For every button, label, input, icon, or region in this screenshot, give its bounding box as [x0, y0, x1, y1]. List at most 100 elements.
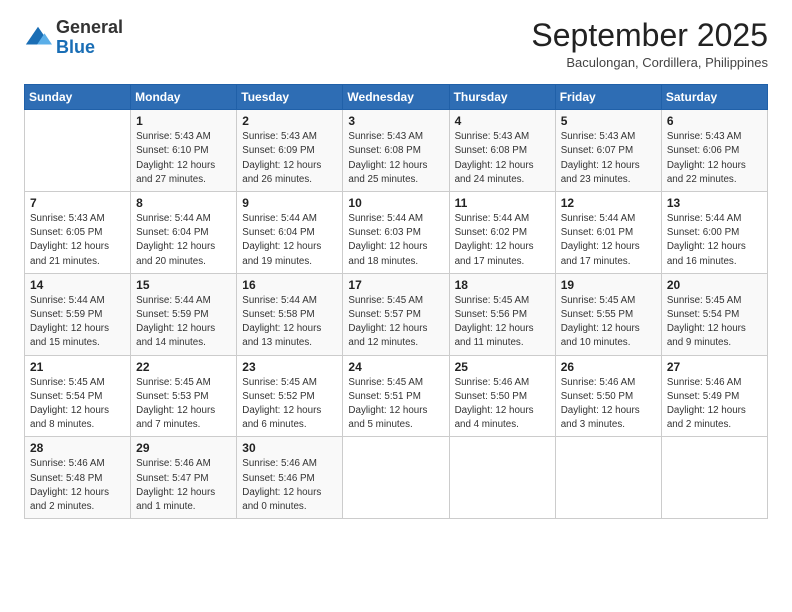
calendar-cell: 20 Sunrise: 5:45 AM Sunset: 5:54 PM Dayli… [661, 273, 767, 355]
day-number: 11 [455, 196, 550, 210]
calendar-cell: 10Sunrise: 5:44 AM Sunset: 6:03 PM Dayli… [343, 192, 449, 274]
calendar-cell: 21 Sunrise: 5:45 AM Sunset: 5:54 PM Dayli… [25, 355, 131, 437]
title-block: September 2025 Baculongan, Cordillera, P… [531, 18, 768, 70]
header-day: Saturday [661, 85, 767, 110]
day-number: 29 [136, 441, 231, 455]
day-info: Sunrise: 5:45 AM Sunset: 5:54 PM Dayligh… [667, 294, 762, 351]
calendar-cell: 29 Sunrise: 5:46 AM Sunset: 5:47 PM Dayli… [131, 437, 237, 519]
logo-general: General [56, 17, 123, 37]
day-info: Sunrise: 5:44 AM Sunset: 6:04 PM Dayligh… [136, 212, 231, 269]
day-info: Sunrise: 5:46 AM Sunset: 5:48 PM Dayligh… [30, 457, 125, 514]
calendar-cell: 18 Sunrise: 5:45 AM Sunset: 5:56 PM Dayli… [449, 273, 555, 355]
calendar-cell: 19 Sunrise: 5:45 AM Sunset: 5:55 PM Dayli… [555, 273, 661, 355]
day-number: 22 [136, 360, 231, 374]
calendar-cell: 28 Sunrise: 5:46 AM Sunset: 5:48 PM Dayli… [25, 437, 131, 519]
day-info: Sunrise: 5:45 AM Sunset: 5:57 PM Dayligh… [348, 294, 443, 351]
month-title: September 2025 [531, 18, 768, 53]
day-info: Sunrise: 5:46 AM Sunset: 5:50 PM Dayligh… [561, 376, 656, 433]
calendar-body: 1 Sunrise: 5:43 AM Sunset: 6:10 PM Daylig… [25, 110, 768, 519]
day-number: 3 [348, 114, 443, 128]
day-info: Sunrise: 5:46 AM Sunset: 5:47 PM Dayligh… [136, 457, 231, 514]
calendar-cell: 12 Sunrise: 5:44 AM Sunset: 6:01 PM Dayli… [555, 192, 661, 274]
day-number: 2 [242, 114, 337, 128]
day-info: Sunrise: 5:43 AM Sunset: 6:08 PM Dayligh… [455, 130, 550, 187]
calendar-cell: 11 Sunrise: 5:44 AM Sunset: 6:02 PM Dayli… [449, 192, 555, 274]
day-number: 14 [30, 278, 125, 292]
calendar-cell [661, 437, 767, 519]
day-info: Sunrise: 5:43 AM Sunset: 6:08 PM Dayligh… [348, 130, 443, 187]
day-number: 21 [30, 360, 125, 374]
calendar-week: 28 Sunrise: 5:46 AM Sunset: 5:48 PM Dayli… [25, 437, 768, 519]
header-day: Friday [555, 85, 661, 110]
day-number: 12 [561, 196, 656, 210]
day-info: Sunrise: 5:44 AM Sunset: 6:03 PM Dayligh… [348, 212, 443, 269]
day-info: Sunrise: 5:44 AM Sunset: 6:02 PM Dayligh… [455, 212, 550, 269]
calendar-cell: 27Sunrise: 5:46 AM Sunset: 5:49 PM Dayli… [661, 355, 767, 437]
day-number: 13 [667, 196, 762, 210]
day-info: Sunrise: 5:43 AM Sunset: 6:10 PM Dayligh… [136, 130, 231, 187]
day-number: 19 [561, 278, 656, 292]
day-number: 17 [348, 278, 443, 292]
day-info: Sunrise: 5:46 AM Sunset: 5:49 PM Dayligh… [667, 376, 762, 433]
day-info: Sunrise: 5:45 AM Sunset: 5:54 PM Dayligh… [30, 376, 125, 433]
day-number: 28 [30, 441, 125, 455]
day-info: Sunrise: 5:44 AM Sunset: 6:01 PM Dayligh… [561, 212, 656, 269]
calendar-cell: 7 Sunrise: 5:43 AM Sunset: 6:05 PM Daylig… [25, 192, 131, 274]
calendar-cell: 3 Sunrise: 5:43 AM Sunset: 6:08 PM Daylig… [343, 110, 449, 192]
calendar-cell [343, 437, 449, 519]
calendar-cell: 5 Sunrise: 5:43 AM Sunset: 6:07 PM Daylig… [555, 110, 661, 192]
calendar-cell [449, 437, 555, 519]
day-number: 7 [30, 196, 125, 210]
header-day: Sunday [25, 85, 131, 110]
calendar-cell [25, 110, 131, 192]
calendar-cell: 9Sunrise: 5:44 AM Sunset: 6:04 PM Daylig… [237, 192, 343, 274]
calendar-week: 21 Sunrise: 5:45 AM Sunset: 5:54 PM Dayli… [25, 355, 768, 437]
calendar-cell: 13 Sunrise: 5:44 AM Sunset: 6:00 PM Dayli… [661, 192, 767, 274]
calendar-week: 7 Sunrise: 5:43 AM Sunset: 6:05 PM Daylig… [25, 192, 768, 274]
day-number: 15 [136, 278, 231, 292]
day-info: Sunrise: 5:43 AM Sunset: 6:06 PM Dayligh… [667, 130, 762, 187]
header-day: Wednesday [343, 85, 449, 110]
calendar-cell: 6 Sunrise: 5:43 AM Sunset: 6:06 PM Daylig… [661, 110, 767, 192]
day-number: 24 [348, 360, 443, 374]
logo-icon [24, 24, 52, 52]
header-day: Thursday [449, 85, 555, 110]
day-info: Sunrise: 5:44 AM Sunset: 5:59 PM Dayligh… [30, 294, 125, 351]
day-info: Sunrise: 5:45 AM Sunset: 5:56 PM Dayligh… [455, 294, 550, 351]
day-info: Sunrise: 5:44 AM Sunset: 5:59 PM Dayligh… [136, 294, 231, 351]
header-day: Tuesday [237, 85, 343, 110]
day-number: 20 [667, 278, 762, 292]
day-number: 4 [455, 114, 550, 128]
day-info: Sunrise: 5:44 AM Sunset: 6:04 PM Dayligh… [242, 212, 337, 269]
calendar-cell: 17 Sunrise: 5:45 AM Sunset: 5:57 PM Dayli… [343, 273, 449, 355]
day-number: 5 [561, 114, 656, 128]
logo: General Blue [24, 18, 123, 58]
logo-text: General Blue [56, 18, 123, 58]
day-info: Sunrise: 5:43 AM Sunset: 6:09 PM Dayligh… [242, 130, 337, 187]
calendar-cell: 16Sunrise: 5:44 AM Sunset: 5:58 PM Dayli… [237, 273, 343, 355]
day-info: Sunrise: 5:46 AM Sunset: 5:46 PM Dayligh… [242, 457, 337, 514]
day-info: Sunrise: 5:45 AM Sunset: 5:55 PM Dayligh… [561, 294, 656, 351]
day-info: Sunrise: 5:46 AM Sunset: 5:50 PM Dayligh… [455, 376, 550, 433]
calendar-cell: 14 Sunrise: 5:44 AM Sunset: 5:59 PM Dayli… [25, 273, 131, 355]
day-number: 26 [561, 360, 656, 374]
day-number: 18 [455, 278, 550, 292]
day-info: Sunrise: 5:43 AM Sunset: 6:07 PM Dayligh… [561, 130, 656, 187]
header: General Blue September 2025 Baculongan, … [24, 18, 768, 70]
day-info: Sunrise: 5:44 AM Sunset: 6:00 PM Dayligh… [667, 212, 762, 269]
calendar-cell: 24Sunrise: 5:45 AM Sunset: 5:51 PM Dayli… [343, 355, 449, 437]
day-info: Sunrise: 5:43 AM Sunset: 6:05 PM Dayligh… [30, 212, 125, 269]
calendar: SundayMondayTuesdayWednesdayThursdayFrid… [24, 84, 768, 519]
day-number: 30 [242, 441, 337, 455]
day-number: 6 [667, 114, 762, 128]
page: General Blue September 2025 Baculongan, … [0, 0, 792, 612]
calendar-week: 14 Sunrise: 5:44 AM Sunset: 5:59 PM Dayli… [25, 273, 768, 355]
calendar-cell: 26 Sunrise: 5:46 AM Sunset: 5:50 PM Dayli… [555, 355, 661, 437]
calendar-cell [555, 437, 661, 519]
calendar-cell: 8Sunrise: 5:44 AM Sunset: 6:04 PM Daylig… [131, 192, 237, 274]
logo-blue: Blue [56, 37, 95, 57]
calendar-week: 1 Sunrise: 5:43 AM Sunset: 6:10 PM Daylig… [25, 110, 768, 192]
day-number: 1 [136, 114, 231, 128]
calendar-cell: 4 Sunrise: 5:43 AM Sunset: 6:08 PM Daylig… [449, 110, 555, 192]
calendar-cell: 23Sunrise: 5:45 AM Sunset: 5:52 PM Dayli… [237, 355, 343, 437]
